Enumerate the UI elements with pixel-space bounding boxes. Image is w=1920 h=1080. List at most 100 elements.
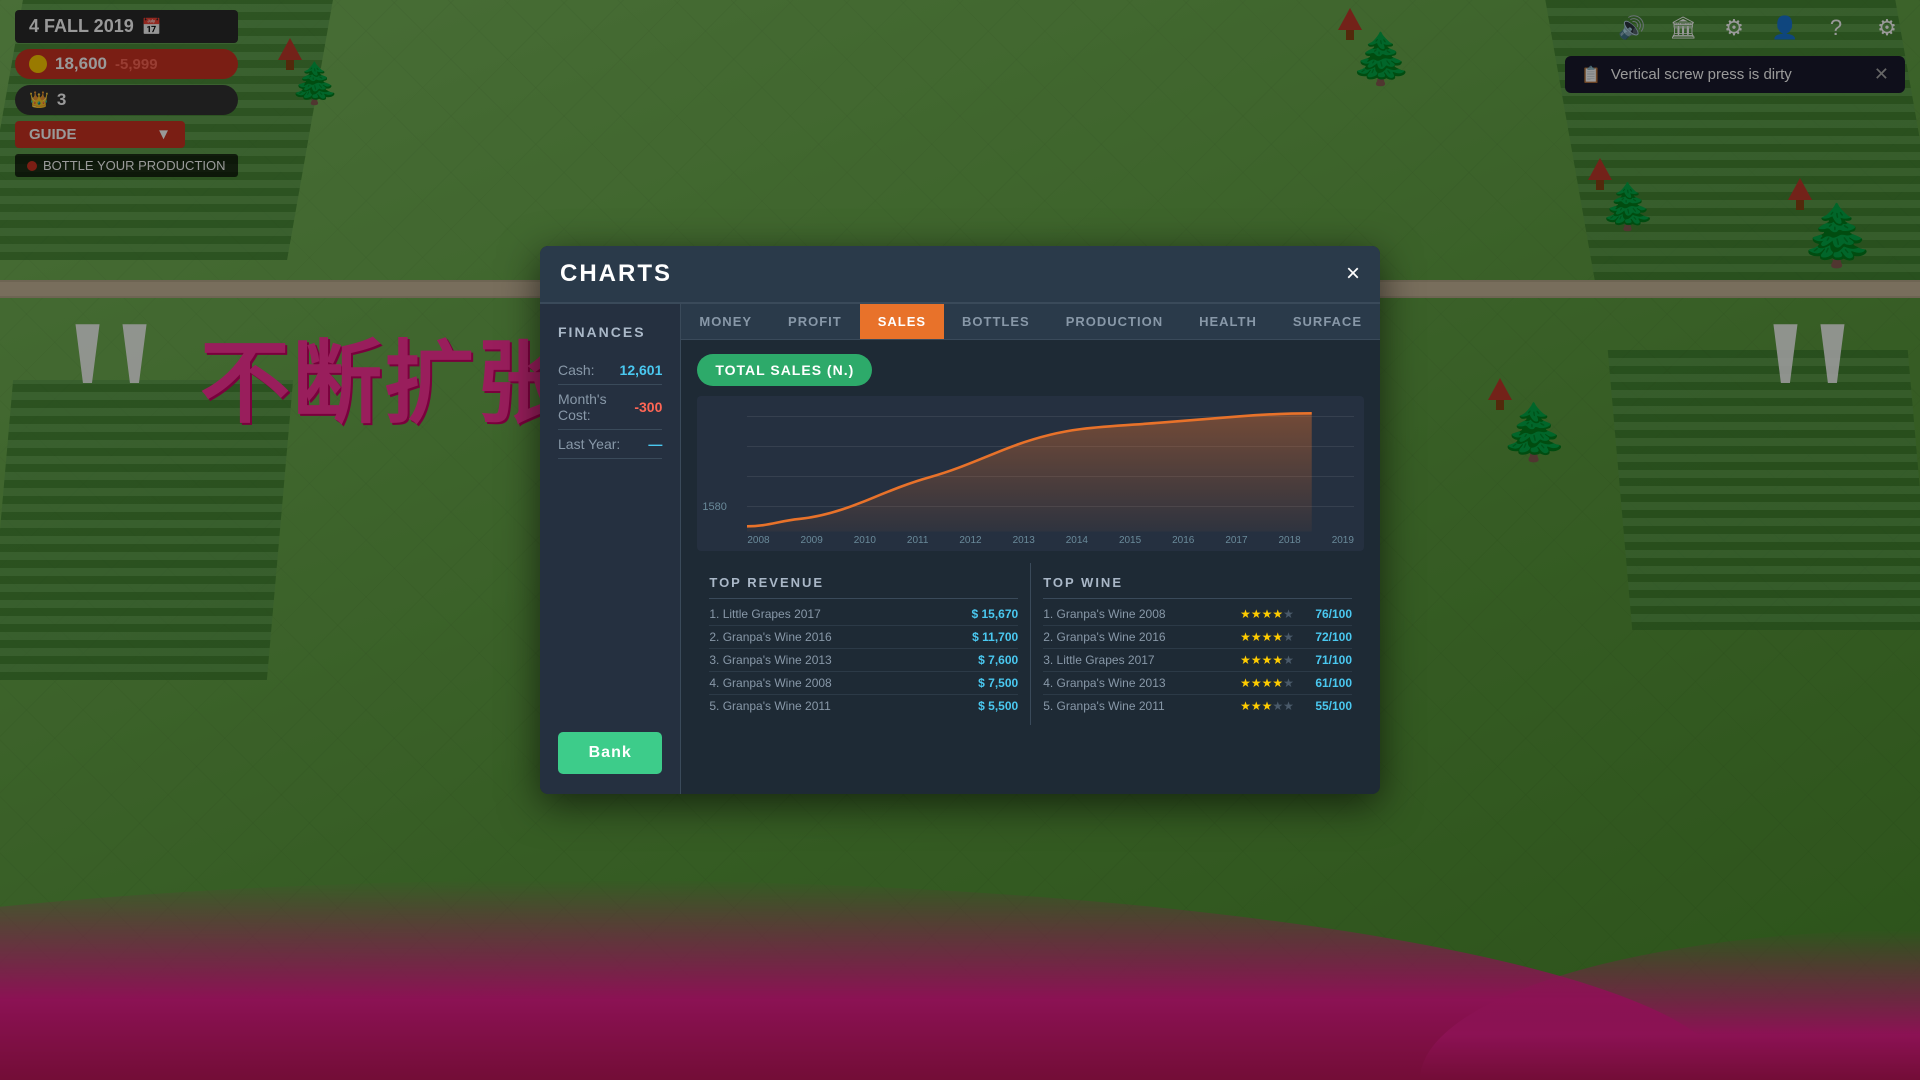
revenue-row-value: $ 15,670: [958, 607, 1018, 621]
revenue-row-name: 3. Granpa's Wine 2013: [709, 653, 958, 667]
star-filled: ★: [1272, 653, 1283, 667]
chart-type-selector[interactable]: TOTAL SALES (N.): [697, 354, 872, 386]
wine-row-score: 61/100: [1302, 676, 1352, 690]
star-filled: ★: [1272, 630, 1283, 644]
bank-button[interactable]: Bank: [558, 732, 662, 774]
finances-panel: FINANCES Cash: 12,601 Month's Cost: -300…: [540, 304, 681, 794]
revenue-row-name: 5. Granpa's Wine 2011: [709, 699, 958, 713]
x-label-2019: 2019: [1332, 535, 1354, 546]
x-label-2017: 2017: [1225, 535, 1247, 546]
wine-row-stars: ★★★★★: [1232, 676, 1302, 690]
finances-title: FINANCES: [558, 324, 662, 340]
star-filled: ★: [1262, 676, 1273, 690]
wine-row-score: 72/100: [1302, 630, 1352, 644]
tab-profit[interactable]: PROFIT: [770, 304, 860, 339]
revenue-row-name: 4. Granpa's Wine 2008: [709, 676, 958, 690]
last-year-value: —: [648, 436, 662, 452]
star-empty: ★: [1272, 699, 1283, 713]
tab-money[interactable]: MONEY: [681, 304, 770, 339]
wine-row-score: 55/100: [1302, 699, 1352, 713]
star-filled: ★: [1251, 630, 1262, 644]
modal-overlay: CHARTS × FINANCES Cash: 12,601 Month's C…: [0, 0, 1920, 1080]
modal-body: FINANCES Cash: 12,601 Month's Cost: -300…: [540, 304, 1380, 794]
star-empty: ★: [1283, 676, 1294, 690]
wine-row: 2. Granpa's Wine 2016 ★★★★★ 72/100: [1043, 626, 1352, 649]
wine-row-stars: ★★★★★: [1232, 653, 1302, 667]
revenue-row-value: $ 7,500: [958, 676, 1018, 690]
tab-sales[interactable]: SALES: [860, 304, 944, 339]
wine-row: 3. Little Grapes 2017 ★★★★★ 71/100: [1043, 649, 1352, 672]
x-label-2012: 2012: [959, 535, 981, 546]
chart-tabs: MONEY PROFIT SALES BOTTLES PRODUCTION HE…: [681, 304, 1380, 340]
x-label-2016: 2016: [1172, 535, 1194, 546]
x-label-2014: 2014: [1066, 535, 1088, 546]
star-filled: ★: [1262, 699, 1273, 713]
chart-x-labels: 2008 2009 2010 2011 2012 2013 2014 2015 …: [747, 535, 1354, 546]
star-filled: ★: [1240, 653, 1251, 667]
last-year-row: Last Year: —: [558, 430, 662, 459]
modal-close-button[interactable]: ×: [1346, 262, 1360, 286]
x-label-2008: 2008: [747, 535, 769, 546]
star-empty: ★: [1283, 699, 1294, 713]
charts-modal: CHARTS × FINANCES Cash: 12,601 Month's C…: [540, 246, 1380, 794]
x-label-2018: 2018: [1279, 535, 1301, 546]
cash-row: Cash: 12,601: [558, 356, 662, 385]
wine-row-name: 5. Granpa's Wine 2011: [1043, 699, 1232, 713]
top-wine-section: TOP WINE 1. Granpa's Wine 2008 ★★★★★ 76/…: [1031, 563, 1364, 725]
revenue-row-name: 1. Little Grapes 2017: [709, 607, 958, 621]
star-filled: ★: [1272, 676, 1283, 690]
revenue-row: 1. Little Grapes 2017 $ 15,670: [709, 603, 1018, 626]
top-revenue-header: TOP REVENUE: [709, 571, 1018, 599]
wine-row-name: 4. Granpa's Wine 2013: [1043, 676, 1232, 690]
star-filled: ★: [1272, 607, 1283, 621]
star-filled: ★: [1251, 676, 1262, 690]
wine-row-score: 76/100: [1302, 607, 1352, 621]
chart-content: TOTAL SALES (N.) 1580: [681, 340, 1380, 794]
revenue-row: 5. Granpa's Wine 2011 $ 5,500: [709, 695, 1018, 717]
wine-row-name: 3. Little Grapes 2017: [1043, 653, 1232, 667]
star-filled: ★: [1240, 607, 1251, 621]
wine-row: 5. Granpa's Wine 2011 ★★★★★ 55/100: [1043, 695, 1352, 717]
revenue-row-value: $ 7,600: [958, 653, 1018, 667]
star-filled: ★: [1240, 699, 1251, 713]
wine-row: 4. Granpa's Wine 2013 ★★★★★ 61/100: [1043, 672, 1352, 695]
tab-surface[interactable]: SURFACE: [1275, 304, 1380, 339]
month-cost-label: Month's Cost:: [558, 391, 634, 423]
cash-label: Cash:: [558, 362, 595, 378]
y-label: 1580: [702, 501, 726, 513]
star-filled: ★: [1251, 699, 1262, 713]
wine-row-score: 71/100: [1302, 653, 1352, 667]
x-label-2015: 2015: [1119, 535, 1141, 546]
star-filled: ★: [1262, 653, 1273, 667]
month-cost-row: Month's Cost: -300: [558, 385, 662, 430]
tab-health[interactable]: HEALTH: [1181, 304, 1275, 339]
revenue-row: 3. Granpa's Wine 2013 $ 7,600: [709, 649, 1018, 672]
revenue-rows-container: 1. Little Grapes 2017 $ 15,670 2. Granpa…: [709, 603, 1018, 717]
star-empty: ★: [1283, 607, 1294, 621]
modal-header: CHARTS ×: [540, 246, 1380, 304]
revenue-row: 2. Granpa's Wine 2016 $ 11,700: [709, 626, 1018, 649]
tab-bottles[interactable]: BOTTLES: [944, 304, 1048, 339]
wine-row-stars: ★★★★★: [1232, 607, 1302, 621]
chart-area: 1580: [697, 396, 1364, 551]
last-year-label: Last Year:: [558, 436, 620, 452]
tab-production[interactable]: PRODUCTION: [1048, 304, 1181, 339]
star-filled: ★: [1251, 653, 1262, 667]
wine-row-name: 1. Granpa's Wine 2008: [1043, 607, 1232, 621]
revenue-row-value: $ 5,500: [958, 699, 1018, 713]
x-label-2009: 2009: [801, 535, 823, 546]
modal-title: CHARTS: [560, 260, 672, 288]
star-empty: ★: [1283, 630, 1294, 644]
x-label-2013: 2013: [1013, 535, 1035, 546]
star-filled: ★: [1262, 630, 1273, 644]
wine-row-stars: ★★★★★: [1232, 699, 1302, 713]
star-filled: ★: [1251, 607, 1262, 621]
charts-panel: MONEY PROFIT SALES BOTTLES PRODUCTION HE…: [681, 304, 1380, 794]
wine-row-name: 2. Granpa's Wine 2016: [1043, 630, 1232, 644]
chart-svg: [747, 406, 1354, 532]
cash-value: 12,601: [620, 362, 663, 378]
revenue-row-name: 2. Granpa's Wine 2016: [709, 630, 958, 644]
revenue-row: 4. Granpa's Wine 2008 $ 7,500: [709, 672, 1018, 695]
star-filled: ★: [1240, 676, 1251, 690]
wine-row: 1. Granpa's Wine 2008 ★★★★★ 76/100: [1043, 603, 1352, 626]
